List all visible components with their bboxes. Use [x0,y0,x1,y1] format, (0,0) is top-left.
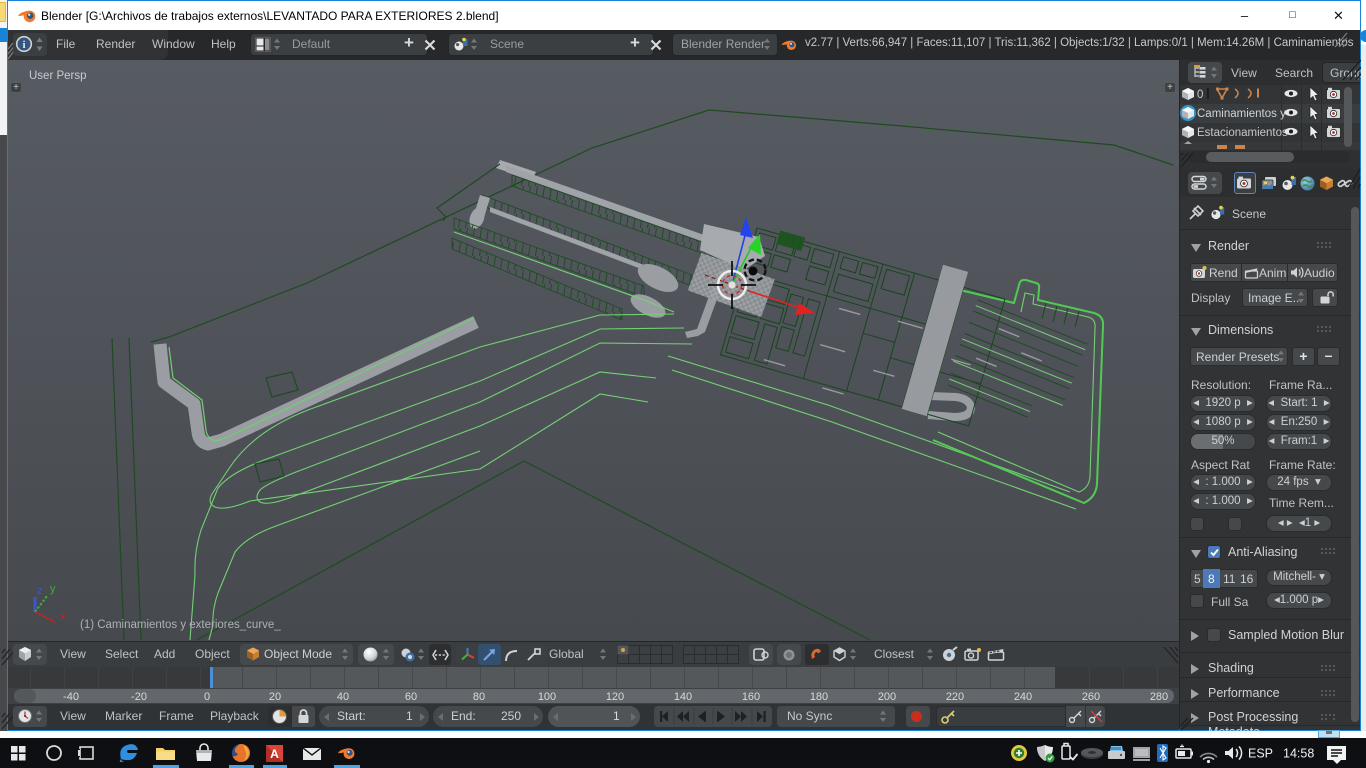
svg-text:-20: -20 [131,691,147,703]
svg-text:(1) Caminamientos y exteriores: (1) Caminamientos y exteriores_curve_ [80,619,281,631]
svg-text:A: A [270,747,279,761]
svg-text:100: 100 [538,691,556,703]
svg-text:260: 260 [1082,691,1100,703]
svg-text:140: 140 [674,691,692,703]
svg-text:80: 80 [473,691,485,703]
svg-text:User Persp: User Persp [29,70,87,82]
svg-text:280: 280 [1150,691,1168,703]
svg-text:180: 180 [810,691,828,703]
svg-text:x: x [60,611,66,623]
svg-text:i: i [22,39,25,51]
svg-text:160: 160 [742,691,760,703]
svg-text:60: 60 [405,691,417,703]
svg-text:0: 0 [1197,89,1203,101]
svg-text:ESP: ESP [1248,747,1273,761]
svg-text:0: 0 [204,691,210,703]
svg-text:y: y [50,583,56,595]
svg-text:200: 200 [878,691,896,703]
svg-text:20: 20 [269,691,281,703]
svg-text:14:58: 14:58 [1283,747,1314,761]
svg-text:Caminamientos y: Caminamientos y [1197,108,1286,120]
svg-text:-40: -40 [63,691,79,703]
svg-text:240: 240 [1014,691,1032,703]
svg-text:40: 40 [337,691,349,703]
svg-text:Estacionamientos: Estacionamientos [1197,127,1288,139]
svg-text:120: 120 [606,691,624,703]
svg-text:220: 220 [946,691,964,703]
svg-text:z: z [37,585,43,597]
